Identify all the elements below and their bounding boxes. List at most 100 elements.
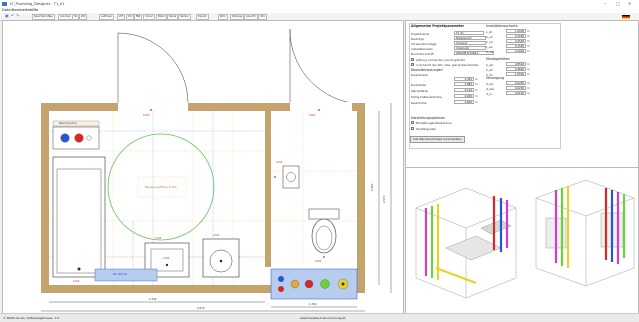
close-button[interactable]: ✕ bbox=[628, 1, 631, 6]
room-dims-title: Raumabmessungen bbox=[411, 68, 443, 72]
room-type-select[interactable]: Nassbereich bbox=[454, 36, 486, 40]
room-width-input[interactable]: 2,450 bbox=[454, 77, 474, 81]
small-dim: 0,600 bbox=[73, 280, 80, 283]
install-shaft-title: Installationsschacht bbox=[486, 24, 518, 28]
standard-label: Norm/Vorschrift bbox=[411, 52, 434, 56]
bathtub-fixture[interactable] bbox=[52, 156, 106, 278]
small-dim: 0,600 bbox=[309, 114, 316, 117]
isometric-preview[interactable] bbox=[405, 167, 639, 314]
room-width-label: Raumbreite bbox=[411, 73, 428, 77]
dimensions-checkbox-label: Bemaßungen/Rasterlinie bbox=[416, 121, 452, 125]
menu-hilfe[interactable]: Hilfe bbox=[30, 8, 38, 12]
room-height-label: Raumhöhe bbox=[411, 101, 427, 105]
washing-machine-label: Waschmaschine bbox=[59, 121, 77, 125]
supply-param-input[interactable]: 0,0200 bbox=[506, 81, 526, 85]
unit-label: m bbox=[527, 91, 530, 95]
mount-heights-title: Montagehöhen bbox=[486, 57, 510, 61]
floor-height-label: Fertig-Fußbodenhöhe bbox=[411, 95, 442, 99]
unit-label: m bbox=[475, 77, 478, 81]
install-shaft-param-label: h_sh bbox=[486, 40, 493, 44]
wall-label: Vorwandmontage bbox=[411, 42, 437, 46]
menu-datei[interactable]: Datei bbox=[2, 8, 12, 12]
mount-height-param-label: h_wc bbox=[486, 68, 494, 72]
room-length-input[interactable]: 2,880 bbox=[454, 82, 474, 86]
status-website: www.haustechnik-rechnung.at bbox=[300, 316, 346, 320]
unit-label: m bbox=[527, 81, 530, 85]
iso-pipes-left bbox=[424, 196, 509, 285]
unit-label: m bbox=[527, 49, 530, 53]
washing-machine-fixture[interactable] bbox=[52, 120, 100, 150]
floor-plan-drawing bbox=[41, 28, 392, 312]
round-basin-fixture[interactable] bbox=[202, 238, 240, 278]
minimize-button[interactable]: – bbox=[604, 1, 606, 6]
project-name-input[interactable]: T1_01 bbox=[454, 31, 484, 35]
install-shaft-param-label: b_sh bbox=[486, 35, 493, 39]
install-shaft-param-input[interactable]: 0,1500 bbox=[506, 44, 526, 48]
unit-label: m bbox=[475, 82, 478, 86]
redo-icon[interactable]: ↷ bbox=[15, 13, 20, 18]
install-shaft-param-label: d_vw bbox=[486, 50, 494, 54]
dim-right-a: 2,460 bbox=[371, 183, 374, 191]
unit-label: m bbox=[527, 86, 530, 90]
unit-label: m bbox=[527, 67, 530, 71]
flag-de-icon[interactable] bbox=[622, 14, 630, 19]
supply-param-input[interactable]: 0,0200 bbox=[506, 86, 526, 90]
floor-plan-canvas[interactable]: Waschmaschine Bewegungsfläche Ø 150 BS 4… bbox=[2, 20, 404, 314]
mount-height-param-label: h_wt bbox=[486, 63, 493, 67]
installation-label: Installationsart bbox=[411, 47, 433, 51]
mount-height-param-input[interactable]: 0,4600 bbox=[506, 67, 526, 71]
small-dim: 0,450 bbox=[155, 237, 162, 240]
wall-thickness-label: Wandstärke bbox=[411, 89, 429, 93]
installation-select[interactable]: Unterputz bbox=[454, 46, 486, 50]
mount-height-param-input[interactable]: 0,8500 bbox=[506, 62, 526, 66]
wc-shaft-checkbox-label: in Schacht der WC- bzw. ganze Raumbreite bbox=[416, 62, 479, 67]
unit-label: m bbox=[475, 94, 478, 98]
supply-param-label: d_ww bbox=[486, 87, 495, 91]
app-icon bbox=[2, 1, 7, 6]
fixtures-checkbox-label: Sanitärgeräte bbox=[416, 127, 436, 131]
ventilation-checkbox[interactable] bbox=[411, 57, 414, 61]
wall-select[interactable]: Vorwand bbox=[454, 41, 486, 45]
room-length-label: Raumtiefe bbox=[411, 83, 426, 87]
small-dim: 0,250 bbox=[276, 161, 283, 164]
supply-param-label: d_kw bbox=[486, 82, 494, 86]
small-washbasin-fixture[interactable] bbox=[282, 165, 300, 189]
unit-label: m bbox=[527, 72, 530, 76]
unit-label: m bbox=[527, 34, 530, 38]
unit-label: m bbox=[475, 88, 478, 92]
maximize-button[interactable]: □ bbox=[616, 1, 620, 6]
install-shaft-param-input[interactable]: 0,2500 bbox=[506, 34, 526, 38]
floor-height-input[interactable]: 0,000 bbox=[454, 94, 474, 98]
install-shaft-param-input[interactable]: 0,2500 bbox=[506, 39, 526, 43]
unit-label: m bbox=[475, 100, 478, 104]
save-icon[interactable]: ▣ bbox=[4, 13, 10, 18]
display-options-title: Darstellungsoptionen bbox=[411, 116, 446, 120]
dim-bottom-right: 1,300 bbox=[309, 303, 317, 306]
mount-height-param-input[interactable]: 1,0500 bbox=[506, 72, 526, 76]
room-height-input[interactable]: 2,600 bbox=[454, 100, 474, 104]
supply-param-label: d_zr bbox=[486, 92, 492, 96]
room-type-label: Raumtyp bbox=[411, 37, 425, 41]
small-dim: 0,500 bbox=[213, 234, 220, 237]
wall-thickness-input[interactable]: 0,120 bbox=[454, 88, 474, 92]
small-dim: 0,300 bbox=[163, 257, 170, 260]
door-right bbox=[289, 28, 353, 104]
shaft-label: BS 40/1.50 bbox=[113, 273, 128, 276]
install-shaft-param-input[interactable]: 0,2000 bbox=[506, 49, 526, 53]
iso-model-right bbox=[535, 179, 635, 287]
supply-param-input[interactable]: 0,0150 bbox=[506, 91, 526, 95]
unit-label: m bbox=[527, 62, 530, 66]
small-dim: 0,600 bbox=[143, 114, 150, 117]
unit-label: m bbox=[527, 44, 530, 48]
wc-shaft-checkbox[interactable] bbox=[411, 62, 414, 66]
supply-title: Versorgung bbox=[486, 76, 505, 80]
ventilation-checkbox-label: Lüftung vorhanden (ventil gefüllt) bbox=[416, 57, 465, 62]
door-left bbox=[117, 32, 189, 104]
install-shaft-param-input[interactable]: 1,0000 bbox=[506, 29, 526, 33]
reset-connections-button[interactable]: Alle Wandanschlüsse zurücksetzen bbox=[410, 136, 465, 143]
installation-shaft-right[interactable] bbox=[270, 268, 358, 300]
dimensions-checkbox[interactable] bbox=[411, 121, 414, 124]
fixtures-checkbox[interactable] bbox=[411, 127, 414, 130]
menu-bearbeiten[interactable]: Bearbeiten bbox=[12, 8, 32, 12]
unit-label: m bbox=[527, 39, 530, 43]
